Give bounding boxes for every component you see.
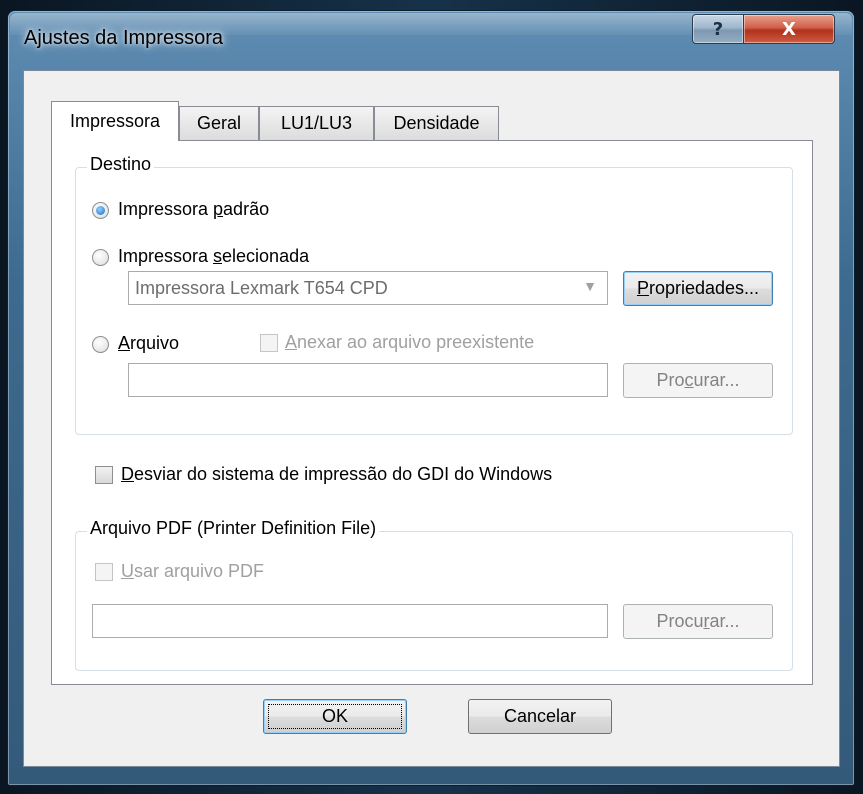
window-title: Ajustes da Impressora xyxy=(24,27,223,49)
pdf-group xyxy=(75,531,793,671)
printer-select[interactable]: Impressora Lexmark T654 CPD ▼ xyxy=(128,271,608,305)
tab-impressora[interactable]: Impressora xyxy=(51,101,179,141)
pdf-group-label: Arquivo PDF (Printer Definition File) xyxy=(87,518,380,539)
radio-selected-printer-label: Impressora selecionada xyxy=(118,246,310,266)
use-pdf-label: Usar arquivo PDF xyxy=(121,561,265,581)
use-pdf-checkbox[interactable] xyxy=(95,563,113,581)
radio-file-label: Arquivo xyxy=(118,333,180,353)
ok-button[interactable]: OK xyxy=(263,699,407,734)
cancel-button-label: Cancelar xyxy=(503,706,577,726)
chevron-down-icon: ▼ xyxy=(583,278,597,294)
tab-geral[interactable]: Geral xyxy=(179,106,259,140)
printer-select-value: Impressora Lexmark T654 CPD xyxy=(135,278,388,298)
radio-default-printer-label: Impressora padrão xyxy=(118,199,270,219)
dialog-client-area: Impressora Geral LU1/LU3 Densidade Desti… xyxy=(23,70,840,767)
tab-label: Densidade xyxy=(393,113,480,133)
tab-label: Geral xyxy=(196,113,241,133)
file-path-input[interactable] xyxy=(128,363,608,397)
browse-pdf-button[interactable]: Procurar... xyxy=(623,604,773,639)
tab-label: LU1/LU3 xyxy=(280,113,353,133)
radio-selected-printer[interactable] xyxy=(92,249,109,266)
cancel-button[interactable]: Cancelar xyxy=(468,699,612,734)
properties-button[interactable]: Propriedades... xyxy=(623,271,773,306)
tab-lu1-lu3[interactable]: LU1/LU3 xyxy=(259,106,374,140)
tab-densidade[interactable]: Densidade xyxy=(374,106,499,140)
help-button[interactable]: ? xyxy=(692,14,744,44)
append-file-label: Anexar ao arquivo preexistente xyxy=(285,332,535,352)
close-button[interactable]: X xyxy=(743,14,835,44)
pdf-path-input[interactable] xyxy=(92,604,608,638)
browse-pdf-button-label: Procurar... xyxy=(656,611,740,631)
radio-default-printer[interactable] xyxy=(92,202,109,219)
ok-button-label: OK xyxy=(321,706,348,726)
append-file-checkbox[interactable] xyxy=(260,334,278,352)
browse-file-button[interactable]: Procurar... xyxy=(623,363,773,398)
tab-label: Impressora xyxy=(69,111,161,131)
help-icon: ? xyxy=(712,18,724,40)
bypass-gdi-label: Desviar do sistema de impressão do GDI d… xyxy=(121,464,553,484)
radio-file[interactable] xyxy=(92,336,109,353)
tab-panel-impressora: Destino Impressora padrão Impressora sel… xyxy=(51,140,813,685)
bypass-gdi-checkbox[interactable] xyxy=(95,466,113,484)
browse-file-button-label: Procurar... xyxy=(656,370,740,390)
properties-button-label: Propriedades... xyxy=(636,278,760,298)
destino-group-label: Destino xyxy=(87,154,155,175)
close-icon: X xyxy=(782,18,796,40)
